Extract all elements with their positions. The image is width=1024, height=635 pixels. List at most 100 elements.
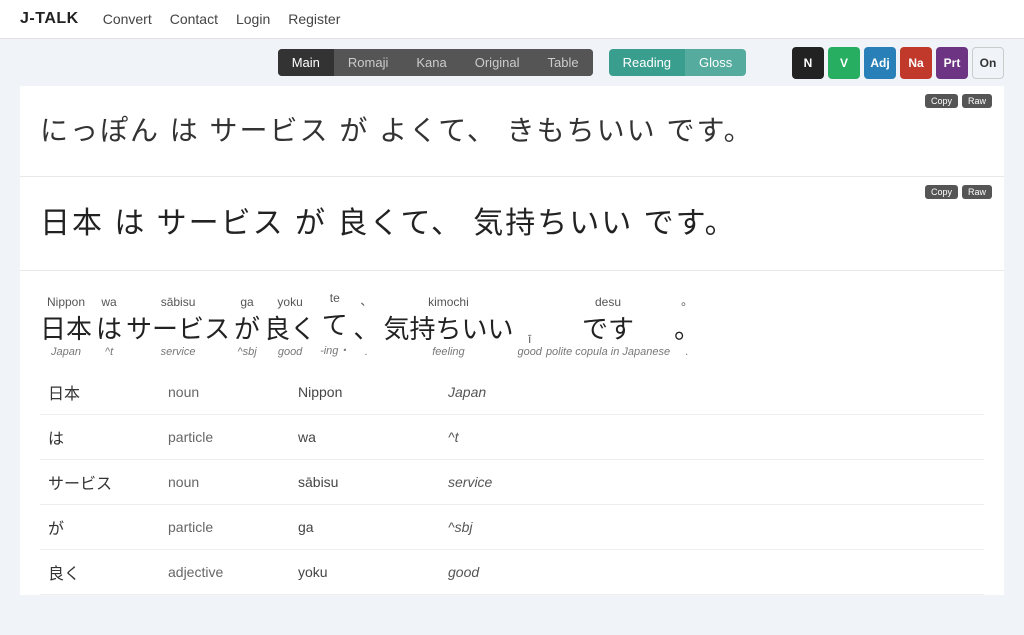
word-gloss-bot: good xyxy=(517,346,541,358)
word-romaji-top: kimochi xyxy=(428,295,469,309)
word-kanji-mid: は xyxy=(96,309,122,346)
reading-word-col: yoku良くgood xyxy=(264,295,316,358)
pos-buttons: N V Adj Na Prt On xyxy=(792,47,1004,79)
dict-gloss: ^t xyxy=(440,415,984,460)
reading-word-col: 、、. xyxy=(353,292,379,358)
tab-main[interactable]: Main xyxy=(278,49,334,76)
word-kanji-mid: サービス xyxy=(126,309,230,346)
dict-pos: noun xyxy=(160,460,290,505)
reading-word-col: desuですpolite copula in Japanese xyxy=(546,295,670,358)
dict-pos: particle xyxy=(160,505,290,550)
romaji-section: Copy Raw にっぽん は サービス が よくて、 きもちいい です。 xyxy=(20,86,1004,177)
word-romaji-top: ga xyxy=(240,295,253,309)
brand-logo: J-TALK xyxy=(20,10,79,28)
main-content: Copy Raw にっぽん は サービス が よくて、 きもちいい です。 Co… xyxy=(0,86,1024,635)
reading-word-col: īgood xyxy=(517,332,541,358)
dict-pos: particle xyxy=(160,415,290,460)
kanji-raw-button[interactable]: Raw xyxy=(962,185,992,199)
nav-links: Convert Contact Login Register xyxy=(103,11,341,27)
dict-kanji: サービス xyxy=(40,460,160,505)
word-kanji-mid: 、 xyxy=(353,309,379,346)
reading-row: Nippon日本Japanwaは^tsābisuサービスservicegaが^s… xyxy=(40,287,984,362)
dict-kanji: 日本 xyxy=(40,370,160,415)
romaji-output: にっぽん は サービス が よくて、 きもちいい です。 xyxy=(40,102,984,156)
pos-na-button[interactable]: Na xyxy=(900,47,932,79)
word-kanji-mid: 気持ちいい xyxy=(383,309,513,346)
pos-prt-button[interactable]: Prt xyxy=(936,47,968,79)
word-gloss-bot: . xyxy=(686,346,689,358)
kanji-copy-button[interactable]: Copy xyxy=(925,185,958,199)
word-gloss-bot: service xyxy=(161,346,196,358)
tab-original[interactable]: Original xyxy=(461,49,534,76)
toolbar: Main Romaji Kana Original Table Reading … xyxy=(0,39,1024,86)
dict-pos: adjective xyxy=(160,550,290,595)
nav-convert[interactable]: Convert xyxy=(103,11,152,27)
kanji-output: 日本 は サービス が 良くて、 気持ちいい です。 xyxy=(40,193,984,250)
reading-word-col: Nippon日本Japan xyxy=(40,295,92,358)
word-romaji-top: wa xyxy=(101,295,116,309)
tab-table[interactable]: Table xyxy=(534,49,593,76)
dict-gloss: ^sbj xyxy=(440,505,984,550)
mode-gloss[interactable]: Gloss xyxy=(685,49,746,76)
dict-romaji: wa xyxy=(290,415,440,460)
kanji-section: Copy Raw 日本 は サービス が 良くて、 気持ちいい です。 xyxy=(20,177,1004,271)
reading-word-col: gaが^sbj xyxy=(234,295,260,358)
kanji-copy-bar: Copy Raw xyxy=(925,185,992,199)
pos-adj-button[interactable]: Adj xyxy=(864,47,896,79)
dict-gloss: Japan xyxy=(440,370,984,415)
dict-gloss: service xyxy=(440,460,984,505)
word-romaji-top: 、 xyxy=(360,292,372,309)
tab-romaji[interactable]: Romaji xyxy=(334,49,402,76)
word-kanji-mid: 良く xyxy=(264,309,316,346)
romaji-raw-button[interactable]: Raw xyxy=(962,94,992,108)
mode-reading[interactable]: Reading xyxy=(609,49,685,76)
dict-romaji: yoku xyxy=(290,550,440,595)
dict-kanji: は xyxy=(40,415,160,460)
word-gloss-bot: ^sbj xyxy=(237,346,256,358)
pos-noun-button[interactable]: N xyxy=(792,47,824,79)
word-gloss-bot: feeling xyxy=(432,346,464,358)
romaji-copy-button[interactable]: Copy xyxy=(925,94,958,108)
table-row: サービスnounsābisuservice xyxy=(40,460,984,505)
reading-word-col: teて-ing・ xyxy=(320,291,349,358)
table-row: はparticlewa^t xyxy=(40,415,984,460)
reading-word-col: waは^t xyxy=(96,295,122,358)
table-row: がparticlega^sbj xyxy=(40,505,984,550)
reading-section: Nippon日本Japanwaは^tsābisuサービスservicegaが^s… xyxy=(20,271,1004,595)
pos-verb-button[interactable]: V xyxy=(828,47,860,79)
word-gloss-bot: Japan xyxy=(51,346,81,358)
word-gloss-bot: good xyxy=(278,346,302,358)
reading-word-col: kimochi気持ちいいfeeling xyxy=(383,295,513,358)
word-romaji-top: yoku xyxy=(277,295,302,309)
mode-tabs: Reading Gloss xyxy=(609,49,747,76)
word-romaji-top: ī xyxy=(528,332,531,346)
word-gloss-bot: . xyxy=(365,346,368,358)
romaji-copy-bar: Copy Raw xyxy=(925,94,992,108)
table-row: 良くadjectiveyokugood xyxy=(40,550,984,595)
dict-kanji: が xyxy=(40,505,160,550)
nav-register[interactable]: Register xyxy=(288,11,340,27)
word-romaji-top: sābisu xyxy=(161,295,196,309)
dict-kanji: 良く xyxy=(40,550,160,595)
word-kanji-mid: です xyxy=(582,309,634,346)
word-gloss-bot: -ing・ xyxy=(320,342,349,358)
word-kanji-mid: 。 xyxy=(674,309,700,346)
word-kanji-mid: て xyxy=(322,305,348,342)
word-romaji-top: desu xyxy=(595,295,621,309)
word-kanji-mid: 日本 xyxy=(40,309,92,346)
word-romaji-top: te xyxy=(330,291,340,305)
nav-contact[interactable]: Contact xyxy=(170,11,218,27)
dict-romaji: sābisu xyxy=(290,460,440,505)
dict-romaji: ga xyxy=(290,505,440,550)
word-romaji-top: Nippon xyxy=(47,295,85,309)
dict-gloss: good xyxy=(440,550,984,595)
word-gloss-bot: polite copula in Japanese xyxy=(546,346,670,358)
nav-login[interactable]: Login xyxy=(236,11,270,27)
tab-kana[interactable]: Kana xyxy=(402,49,460,76)
dict-pos: noun xyxy=(160,370,290,415)
word-gloss-bot: ^t xyxy=(105,346,113,358)
view-tabs: Main Romaji Kana Original Table xyxy=(278,49,593,76)
reading-word-col: 。。. xyxy=(674,292,700,358)
pos-on-button[interactable]: On xyxy=(972,47,1004,79)
reading-word-col: sābisuサービスservice xyxy=(126,295,230,358)
